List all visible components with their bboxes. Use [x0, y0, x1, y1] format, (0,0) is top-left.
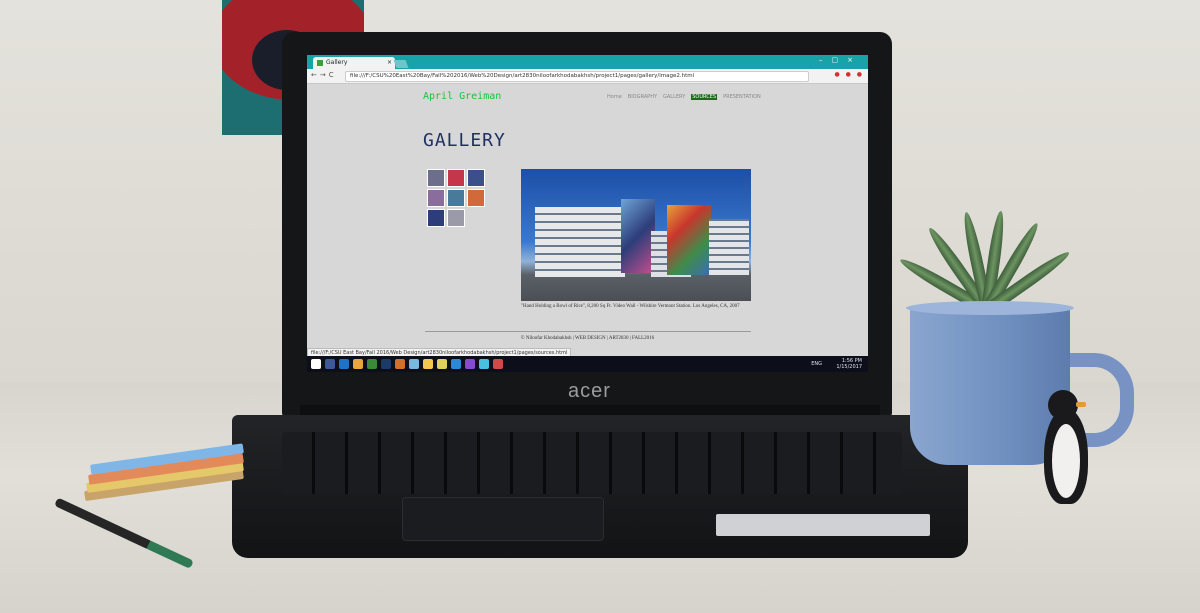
taskbar-app-icon[interactable] [367, 359, 377, 369]
gallery-thumbnail[interactable] [467, 189, 485, 207]
gallery-thumbnail[interactable] [427, 189, 445, 207]
taskbar-app-icon[interactable] [409, 359, 419, 369]
browser-tab[interactable]: Gallery × [313, 57, 395, 69]
taskbar-app-icon[interactable] [353, 359, 363, 369]
taskbar-app-icon[interactable] [479, 359, 489, 369]
start-icon[interactable] [311, 359, 321, 369]
close-tab-icon[interactable]: × [387, 57, 392, 69]
taskbar-app-icon[interactable] [437, 359, 447, 369]
penguin-belly [1052, 424, 1080, 498]
taskbar-app-icon[interactable] [423, 359, 433, 369]
mural-shape [667, 205, 711, 275]
nav-item-sources[interactable]: SOURCES [691, 94, 718, 100]
nav-item-presentation[interactable]: PRESENTATION [723, 94, 761, 100]
clock-date: 1/15/2017 [836, 364, 862, 370]
notepad-stack [80, 440, 250, 510]
gallery-thumbnail[interactable] [427, 169, 445, 187]
laptop-logo: acer [568, 380, 611, 402]
gallery-thumbnail[interactable] [447, 189, 465, 207]
mug-rim [906, 301, 1074, 315]
tab-title: Gallery [326, 59, 348, 66]
touchpad [402, 497, 604, 541]
browser-tab-bar: Gallery × –▢× [307, 55, 868, 69]
address-bar: ←→C file:///F:/CSU%20East%20Bay/Fall%202… [307, 69, 868, 84]
gallery-thumbnail[interactable] [467, 169, 485, 187]
favicon-icon [317, 59, 323, 66]
new-tab-button[interactable] [393, 60, 409, 68]
system-tray[interactable]: ENG 1:56 PM 1/15/2017 [811, 358, 862, 370]
taskbar-app-icon[interactable] [339, 359, 349, 369]
laptop-screen: Gallery × –▢× ←→C file:///F:/CSU%20East%… [307, 55, 868, 372]
url-field[interactable]: file:///F:/CSU%20East%20Bay/Fall%202016/… [345, 71, 809, 82]
gallery-main-image [521, 169, 751, 301]
taskbar-app-icon[interactable] [395, 359, 405, 369]
nav-item-biography[interactable]: BIOGRAPHY [628, 94, 657, 100]
mural-shape [621, 199, 655, 273]
page-title: GALLERY [423, 130, 506, 151]
succulent-plant [897, 190, 1073, 316]
taskbar-app-icon[interactable] [493, 359, 503, 369]
nav-item-home[interactable]: Home [607, 94, 622, 100]
taskbar-icons [311, 359, 503, 369]
page-footer: © Niloofar Khodabakhsh | WEB DESIGN | AR… [520, 336, 655, 341]
taskbar-app-icon[interactable] [451, 359, 461, 369]
nav-item-gallery[interactable]: GALLERY [663, 94, 685, 100]
language-indicator[interactable]: ENG [811, 361, 822, 367]
thumbnail-grid [427, 169, 499, 227]
site-brand[interactable]: April Greiman [423, 91, 501, 102]
image-caption: "Hand Holding a Bowl of Rice", 8,200 Sq … [521, 304, 740, 309]
site-nav: Home BIOGRAPHY GALLERY SOURCES PRESENTATION [607, 94, 767, 100]
windows-taskbar: ENG 1:56 PM 1/15/2017 [307, 356, 868, 372]
extension-icons[interactable]: ● ● ● [834, 71, 864, 78]
building-shape [535, 207, 625, 277]
gallery-thumbnail[interactable] [447, 209, 465, 227]
web-page: April Greiman Home BIOGRAPHY GALLERY SOURCE… [307, 84, 868, 354]
keyboard [282, 432, 902, 494]
laptop-sticker [716, 514, 930, 536]
window-controls[interactable]: –▢× [819, 56, 862, 64]
taskbar-app-icon[interactable] [325, 359, 335, 369]
taskbar-app-icon[interactable] [465, 359, 475, 369]
building-shape [709, 219, 749, 275]
divider [425, 331, 751, 332]
taskbar-app-icon[interactable] [381, 359, 391, 369]
penguin-head [1048, 390, 1078, 420]
penguin-figurine [1038, 390, 1098, 510]
gallery-thumbnail[interactable] [427, 209, 445, 227]
penguin-beak [1076, 402, 1086, 407]
gallery-thumbnail[interactable] [447, 169, 465, 187]
navigation-buttons[interactable]: ←→C [311, 71, 337, 79]
